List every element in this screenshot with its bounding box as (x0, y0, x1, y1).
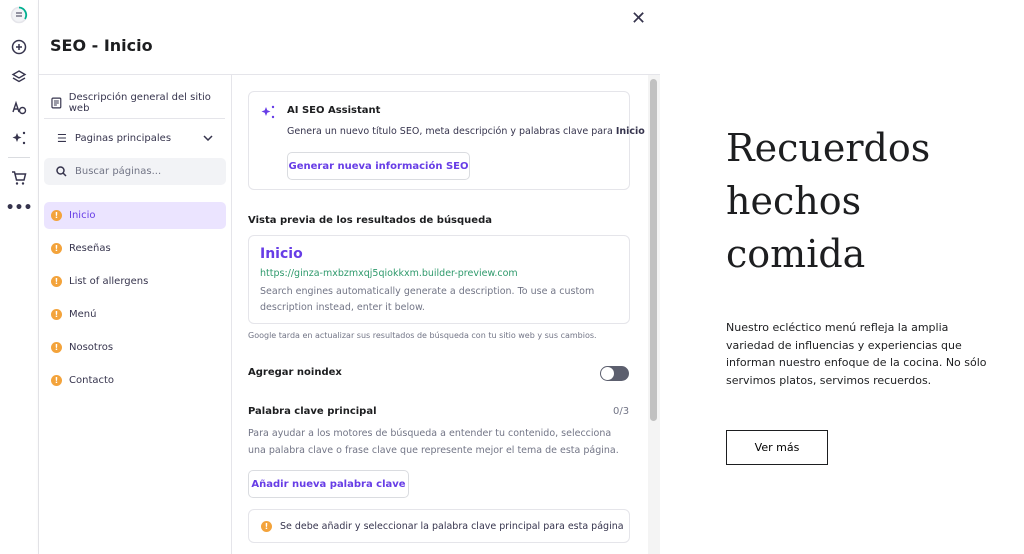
preview-description: Search engines automatically generate a … (260, 286, 595, 313)
nav-item-menu[interactable]: ! Menú (44, 301, 226, 328)
pages-dropdown-label: Paginas principales (74, 133, 172, 144)
pages-nav: Descripción general del sitio web ☰ Pagin… (39, 75, 232, 554)
search-input[interactable] (75, 166, 215, 177)
sort-icon: ☰ (57, 132, 67, 145)
nav-item-label: Inicio (69, 210, 96, 221)
seo-panel: SEO - Inicio ✕ Descripción general del s… (39, 0, 660, 554)
nav-item-nosotros[interactable]: ! Nosotros (44, 334, 226, 361)
close-icon[interactable]: ✕ (631, 8, 646, 29)
warning-icon: ! (261, 520, 272, 532)
ai-sparkle-icon[interactable] (9, 128, 29, 148)
noindex-toggle[interactable] (600, 366, 629, 381)
pages-dropdown[interactable]: ☰ Paginas principales (57, 132, 213, 145)
warning-icon: ! (51, 243, 62, 254)
add-keyword-button[interactable]: Añadir nueva palabra clave (248, 470, 409, 498)
generate-seo-button[interactable]: Generar nueva información SEO (287, 152, 470, 180)
noindex-label: Agregar noindex (248, 367, 342, 378)
add-icon[interactable] (9, 37, 29, 57)
more-icon[interactable]: ••• (6, 198, 33, 218)
keyword-description: Para ayudar a los motores de búsqueda a … (248, 428, 619, 456)
nav-item-resenas[interactable]: ! Reseñas (44, 235, 226, 262)
nav-item-label: Menú (69, 309, 97, 320)
document-icon (51, 97, 62, 109)
page-title: SEO - Inicio (50, 36, 153, 55)
search-icon (56, 166, 67, 177)
ai-description: Genera un nuevo título SEO, meta descrip… (287, 126, 645, 137)
hero-heading: Recuerdos hechos comida (726, 126, 931, 276)
overview-label: Descripción general del sitio web (68, 92, 211, 114)
warning-icon: ! (51, 342, 62, 353)
keyword-warning: ! Se debe añadir y seleccionar la palabra… (248, 509, 630, 543)
cart-icon[interactable] (9, 168, 29, 188)
keyword-count: 0/3 (613, 406, 630, 417)
ai-seo-card: AI SEO Assistant Genera un nuevo título … (248, 91, 645, 190)
ai-title: AI SEO Assistant (287, 105, 381, 116)
seo-content: AI SEO Assistant Genera un nuevo título … (233, 75, 648, 554)
preview-title: Inicio (260, 246, 303, 262)
see-more-button[interactable]: Ver más (726, 430, 828, 465)
icon-rail: ••• (0, 0, 39, 554)
nav-item-label: Contacto (69, 375, 115, 386)
nav-item-allergens[interactable]: ! List of allergens (44, 268, 226, 295)
layers-icon[interactable] (9, 67, 29, 87)
scrollbar-thumb[interactable] (650, 79, 657, 421)
site-overview-link[interactable]: Descripción general del sitio web (51, 92, 231, 114)
warning-text: Se debe añadir y seleccionar la palabra … (280, 520, 624, 532)
panel-header: SEO - Inicio ✕ (39, 0, 660, 75)
nav-item-label: Nosotros (69, 342, 114, 353)
warning-icon: ! (51, 276, 62, 287)
preview-note: Google tarda en actualizar sus resultado… (248, 331, 597, 340)
nav-item-contacto[interactable]: ! Contacto (44, 367, 226, 394)
preview-url: https://ginza-mxbzmxqj5qiokkxm.builder-p… (260, 268, 518, 279)
search-preview-card: Inicio https://ginza-mxbzmxqj5qiokkxm.bu… (248, 235, 630, 324)
nav-item-inicio[interactable]: ! Inicio (44, 202, 226, 229)
ai-sparkle-icon (261, 105, 275, 119)
hero-body: Nuestro ecléctico menú refleja la amplia… (726, 321, 987, 387)
warning-icon: ! (51, 375, 62, 386)
keyword-label: Palabra clave principal (248, 406, 377, 417)
chevron-down-icon (203, 133, 213, 144)
search-preview-label: Vista previa de los resultados de búsque… (248, 215, 492, 226)
nav-item-label: Reseñas (69, 243, 111, 254)
warning-icon: ! (51, 210, 62, 221)
warning-icon: ! (51, 309, 62, 320)
rail-divider (8, 157, 30, 158)
search-pages[interactable] (44, 158, 226, 185)
site-preview: Recuerdos hechos comida Nuestro ecléctic… (660, 0, 1024, 554)
nav-divider (44, 118, 225, 119)
progress-checklist-icon[interactable] (9, 5, 29, 25)
scrollbar[interactable] (648, 75, 660, 554)
nav-item-label: List of allergens (69, 276, 149, 287)
styles-icon[interactable] (9, 98, 29, 118)
